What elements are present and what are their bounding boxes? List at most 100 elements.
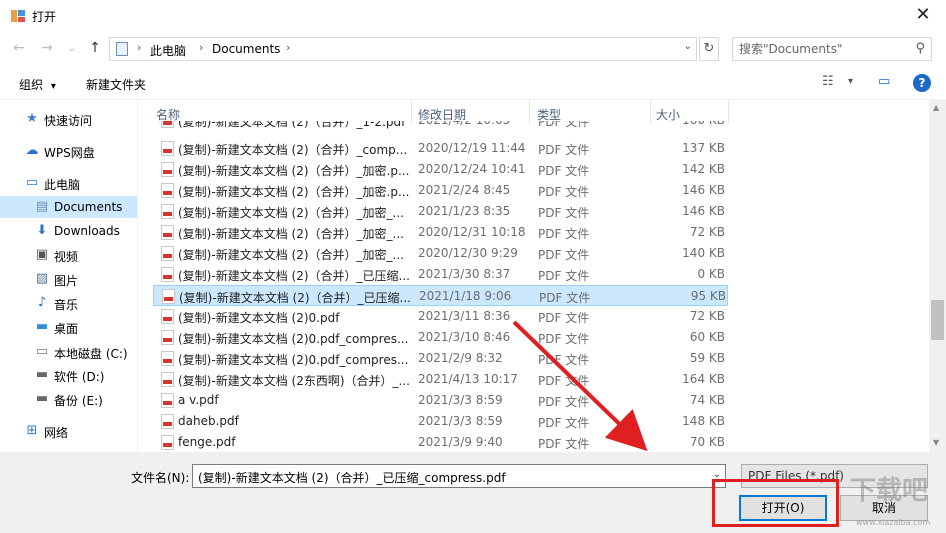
filename-label: 文件名(N): xyxy=(131,471,190,485)
file-row[interactable]: (复制)-新建文本文档 (2)（合并）_加密.p... 2021/2/24 8:4… xyxy=(153,180,728,201)
file-row[interactable]: (复制)-新建文本文档 (2)（合并）_加密.p... 2020/12/24 10… xyxy=(153,159,728,180)
sidebar-item-star[interactable]: ★ 快速访问 xyxy=(0,108,137,130)
scrollbar-thumb[interactable] xyxy=(931,300,944,340)
scroll-up-icon[interactable]: ▲ xyxy=(933,103,939,112)
sidebar-item-music[interactable]: ♪ 音乐 xyxy=(0,292,137,314)
sidebar-item-label: 图片 xyxy=(54,274,79,288)
file-modified: 2021/2/24 8:45 xyxy=(418,183,511,197)
file-row[interactable]: (复制)-新建文本文档 (2)（合并）_已压缩... 2021/1/18 9:06… xyxy=(153,285,728,306)
file-modified: 2020/12/31 10:18 xyxy=(418,225,526,239)
file-type: PDF 文件 xyxy=(538,269,590,283)
star-icon: ★ xyxy=(26,111,38,126)
sidebar-item-desktop[interactable]: ▬ 桌面 xyxy=(0,316,137,338)
address-dropdown-icon[interactable]: ⌄ xyxy=(684,41,692,52)
file-modified: 2020/12/24 10:41 xyxy=(418,162,526,176)
file-row[interactable]: (复制)-新建文本文档 (2)0.pdf_compres... 2021/2/9 … xyxy=(153,348,728,369)
file-row[interactable]: fenge.pdf 2021/3/9 9:40 PDF 文件 70 KB xyxy=(153,432,728,452)
filename-value[interactable]: (复制)-新建文本文档 (2)（合并）_已压缩_compress.pdf xyxy=(198,469,506,486)
search-icon[interactable]: ⚲ xyxy=(915,41,925,56)
sort-ascending-icon: ^ xyxy=(276,100,284,107)
file-type: PDF 文件 xyxy=(538,143,590,157)
file-modified: 2021/4/13 10:17 xyxy=(418,372,518,386)
forward-arrow-icon[interactable]: → xyxy=(38,39,56,57)
file-name: daheb.pdf xyxy=(178,414,239,428)
help-icon[interactable]: ? xyxy=(913,74,931,92)
file-row[interactable]: (复制)-新建文本文档 (2)（合并）_1-2.pdf 2021/4/2 10:0… xyxy=(153,121,728,133)
sidebar-item-pictures[interactable]: ▨ 图片 xyxy=(0,268,137,290)
file-type: PDF 文件 xyxy=(538,374,590,388)
view-options-icon[interactable]: ☷ xyxy=(822,74,834,89)
sidebar-item-network[interactable]: ⊞ 网络 xyxy=(0,420,137,442)
filename-field[interactable]: (复制)-新建文本文档 (2)（合并）_已压缩_compress.pdf ⌄ xyxy=(192,464,726,488)
view-caret-icon[interactable]: ▾ xyxy=(848,76,853,87)
file-row[interactable]: a v.pdf 2021/3/3 8:59 PDF 文件 74 KB xyxy=(153,390,728,411)
sidebar-item-drive-c[interactable]: ▭ 本地磁盘 (C:) xyxy=(0,341,137,363)
preview-pane-icon[interactable]: ▭ xyxy=(878,74,890,89)
file-modified: 2021/2/9 8:32 xyxy=(418,351,503,365)
sidebar-item-label: 此电脑 xyxy=(44,178,81,192)
breadcrumb-separator-icon[interactable]: › xyxy=(286,41,290,54)
pdf-file-icon xyxy=(161,162,174,177)
file-row[interactable]: (复制)-新建文本文档 (2)（合并）_加密_... 2020/12/31 10:… xyxy=(153,222,728,243)
sidebar-item-documents[interactable]: ▤ Documents xyxy=(0,196,137,218)
breadcrumb-documents[interactable]: Documents xyxy=(212,42,280,56)
search-box[interactable]: ⚲ xyxy=(732,37,932,61)
recent-locations-chevron-icon[interactable]: ⌄ xyxy=(63,39,81,57)
address-field[interactable]: › 此电脑 › Documents › ⌄ xyxy=(109,37,697,61)
column-divider[interactable] xyxy=(728,100,729,124)
file-row[interactable]: (复制)-新建文本文档 (2东西啊)（合并）_... 2021/4/13 10:1… xyxy=(153,369,728,390)
file-name: fenge.pdf xyxy=(178,435,236,449)
documents-location-icon xyxy=(116,42,128,56)
file-row[interactable]: (复制)-新建文本文档 (2)（合并）_加密_... 2020/12/30 9:2… xyxy=(153,243,728,264)
sidebar-item-computer[interactable]: ▭ 此电脑 xyxy=(0,172,137,194)
sidebar-item-drive-e[interactable]: ▬ 备份 (E:) xyxy=(0,388,137,410)
back-arrow-icon[interactable]: ← xyxy=(10,39,28,57)
close-icon[interactable]: ✕ xyxy=(910,4,936,28)
file-size: 142 KB xyxy=(682,162,725,176)
file-name: (复制)-新建文本文档 (2)（合并）_加密.p... xyxy=(178,164,410,178)
organize-button[interactable]: 组织 ▾ xyxy=(19,76,56,93)
breadcrumb-separator-icon[interactable]: › xyxy=(199,41,203,54)
scroll-down-icon[interactable]: ▼ xyxy=(933,438,939,447)
sidebar-item-label: WPS网盘 xyxy=(44,146,95,160)
sidebar-item-label: 视频 xyxy=(54,250,79,264)
sidebar-item-cloud[interactable]: ☁ WPS网盘 xyxy=(0,140,137,162)
new-folder-button[interactable]: 新建文件夹 xyxy=(86,76,146,93)
watermark-url: www.xiazaiba.com xyxy=(856,518,931,527)
pdf-file-icon xyxy=(161,141,174,156)
file-row[interactable]: daheb.pdf 2021/3/3 8:59 PDF 文件 148 KB xyxy=(153,411,728,432)
pdf-file-icon xyxy=(161,246,174,261)
file-size: 95 KB xyxy=(690,289,726,303)
file-name: (复制)-新建文本文档 (2)（合并）_1-2.pdf xyxy=(178,121,406,129)
file-list: ^ 名称 修改日期 类型 大小 (复制)-新建文本文档 (2)（合并）_1-2.… xyxy=(150,100,928,452)
open-button-highlight-annotation xyxy=(712,479,839,527)
file-modified: 2021/3/9 9:40 xyxy=(418,435,503,449)
refresh-icon[interactable]: ↻ xyxy=(699,37,719,61)
video-icon: ▣ xyxy=(35,247,49,262)
file-size: 160 KB xyxy=(651,121,725,127)
sidebar-item-video[interactable]: ▣ 视频 xyxy=(0,244,137,266)
file-modified: 2021/4/2 10:05 xyxy=(418,121,530,127)
file-size: 140 KB xyxy=(682,246,725,260)
window-title: 打开 xyxy=(32,10,57,24)
sidebar-item-drive-d[interactable]: ▬ 软件 (D:) xyxy=(0,364,137,386)
file-row[interactable]: (复制)-新建文本文档 (2)（合并）_comp... 2020/12/19 11… xyxy=(153,138,728,159)
file-row[interactable]: (复制)-新建文本文档 (2)0.pdf_compres... 2021/3/10… xyxy=(153,327,728,348)
search-input[interactable] xyxy=(739,41,899,57)
cloud-icon: ☁ xyxy=(25,143,39,158)
drive-e-icon: ▬ xyxy=(35,391,49,406)
breadcrumb-separator-icon[interactable]: › xyxy=(137,41,141,54)
file-row[interactable]: (复制)-新建文本文档 (2)0.pdf 2021/3/11 8:36 PDF 文件… xyxy=(153,306,728,327)
pdf-file-icon xyxy=(162,289,175,304)
file-row[interactable]: (复制)-新建文本文档 (2)（合并）_加密_... 2021/1/23 8:35… xyxy=(153,201,728,222)
breadcrumb-this-pc[interactable]: 此电脑 xyxy=(150,42,186,59)
file-name: (复制)-新建文本文档 (2)0.pdf_compres... xyxy=(178,353,409,367)
sidebar-item-label: 网络 xyxy=(44,426,69,440)
sidebar-item-download[interactable]: ⬇ Downloads xyxy=(0,220,137,242)
up-arrow-icon[interactable]: ↑ xyxy=(86,39,104,57)
file-row[interactable]: (复制)-新建文本文档 (2)（合并）_已压缩... 2021/3/30 8:37… xyxy=(153,264,728,285)
file-modified: 2021/3/3 8:59 xyxy=(418,393,503,407)
file-type: PDF 文件 xyxy=(538,164,590,178)
vertical-scrollbar[interactable]: ▲ ▼ xyxy=(929,100,946,452)
pdf-file-icon xyxy=(161,330,174,345)
